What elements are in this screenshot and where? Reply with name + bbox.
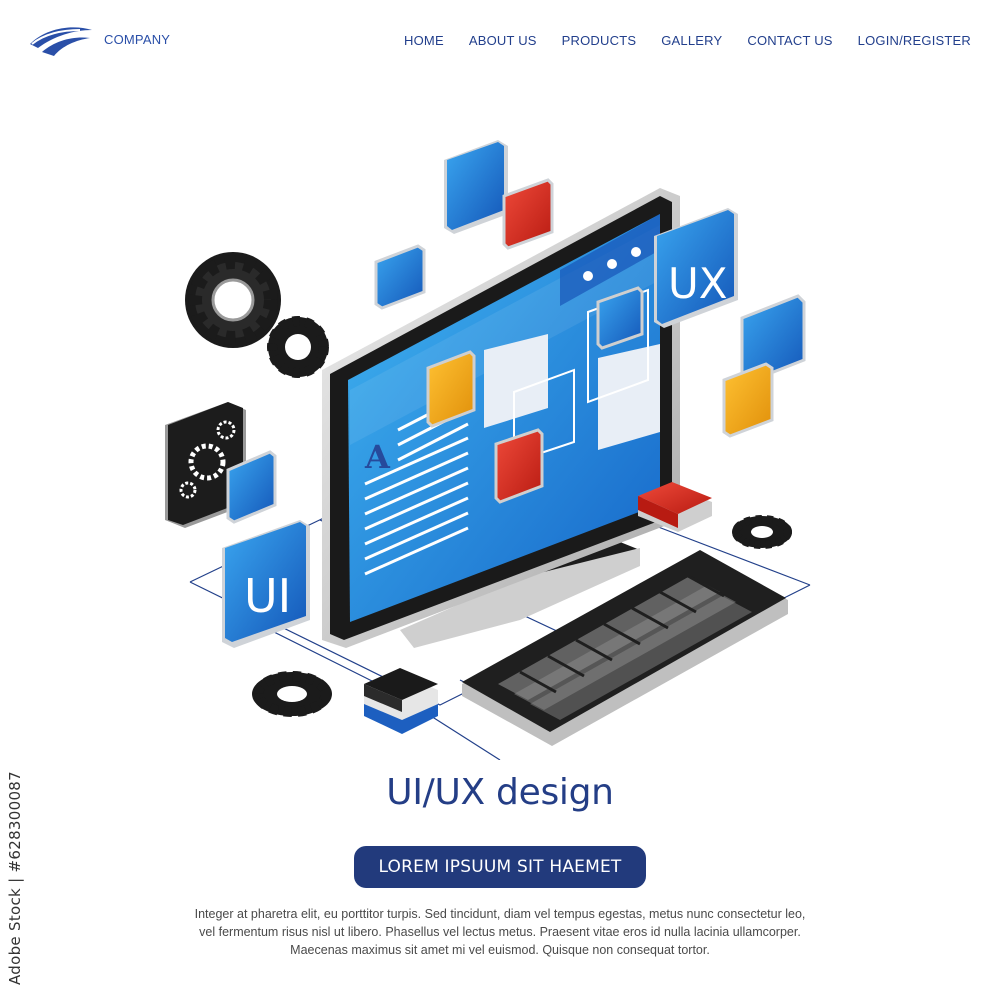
monitor: A xyxy=(322,188,680,648)
monitor-letter: A xyxy=(364,438,391,476)
nav-about-us[interactable]: ABOUT US xyxy=(469,33,537,48)
stock-id-label: Adobe Stock | #628300087 xyxy=(6,771,24,985)
float-tile-blue-1 xyxy=(444,140,508,234)
float-tile-orange xyxy=(722,362,774,438)
stack-chip xyxy=(364,668,438,734)
gear-small-icon xyxy=(267,316,329,378)
body-paragraph: Integer at pharetra elit, eu porttitor t… xyxy=(160,905,840,959)
nav-contact-us[interactable]: CONTACT US xyxy=(747,33,832,48)
body-line: vel fermentum risus nisl ut libero. Phas… xyxy=(199,925,801,939)
cta-button[interactable]: LOREM IPSUUM SIT HAEMET xyxy=(354,846,646,888)
nav-products[interactable]: PRODUCTS xyxy=(562,33,637,48)
logo-mark-icon xyxy=(30,27,92,56)
nav-login-register[interactable]: LOGIN/REGISTER xyxy=(858,33,971,48)
hero-illustration: UI A UX xyxy=(165,140,811,760)
gear-bottom-icon xyxy=(252,671,332,717)
body-line: Integer at pharetra elit, eu porttitor t… xyxy=(194,907,806,921)
company-logo[interactable]: COMPANY xyxy=(28,22,170,56)
float-tile-blue-2 xyxy=(374,244,426,310)
nav-home[interactable]: HOME xyxy=(404,33,444,48)
body-line: Maecenas maximus sit amet mi vel euismod… xyxy=(290,943,710,957)
ui-tile: UI xyxy=(222,520,310,648)
brand-name: COMPANY xyxy=(104,31,171,47)
main-nav: HOME ABOUT US PRODUCTS GALLERY CONTACT U… xyxy=(404,33,971,48)
page-title: UI/UX design xyxy=(386,772,614,813)
nav-gallery[interactable]: GALLERY xyxy=(661,33,722,48)
float-tile-red-1 xyxy=(502,178,554,250)
gear-large-icon xyxy=(185,252,281,348)
ux-tile-label: UX xyxy=(668,259,728,308)
ui-tile-label: UI xyxy=(244,569,291,623)
gear-right-icon xyxy=(732,515,792,549)
